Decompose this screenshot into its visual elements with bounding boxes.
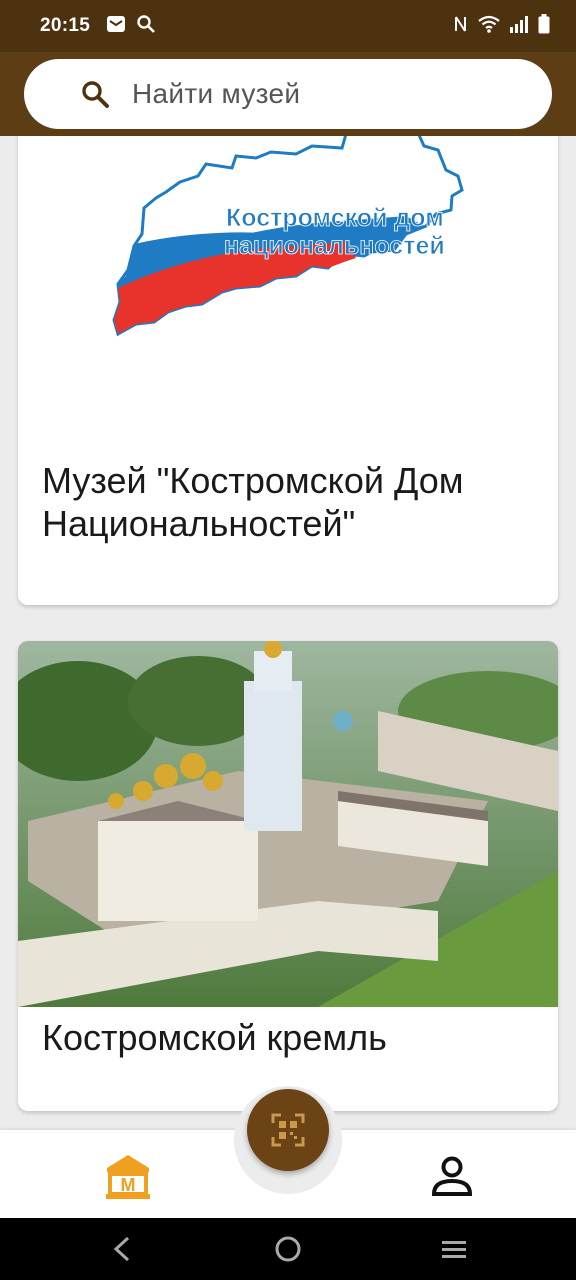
app-header: Найти музей — [0, 52, 576, 136]
search-placeholder: Найти музей — [132, 78, 301, 109]
museum-card[interactable]: Костромской кремль — [18, 641, 558, 1111]
museum-home-icon[interactable]: М — [104, 1152, 152, 1200]
museum-title: Костромской кремль — [42, 1017, 387, 1058]
home-circle-icon[interactable] — [275, 1236, 301, 1262]
status-bar: 20:15 — [0, 0, 576, 52]
museum-title: Музей "Костромской Дом Национальностей" — [42, 460, 464, 544]
nfc-icon — [453, 14, 469, 39]
mail-icon — [106, 14, 126, 39]
home-letter: М — [121, 1175, 136, 1195]
museum-card[interactable]: Костромской дом национальностей Музей "К… — [18, 136, 558, 605]
wifi-icon — [478, 15, 500, 38]
kremlin-photo — [18, 641, 558, 1007]
search-input[interactable]: Найти музей — [24, 59, 552, 129]
search-icon — [136, 14, 156, 39]
back-icon[interactable] — [110, 1236, 134, 1262]
status-time: 20:15 — [40, 15, 91, 36]
profile-icon[interactable] — [430, 1156, 474, 1198]
qr-scan-icon — [271, 1113, 305, 1147]
qr-scan-button[interactable] — [247, 1089, 329, 1171]
battery-icon — [538, 13, 550, 39]
logo-text-line2: национальностей — [224, 232, 445, 260]
system-nav-bar — [0, 1218, 576, 1280]
recents-icon[interactable] — [440, 1236, 468, 1262]
search-icon — [82, 81, 109, 108]
signal-icon — [509, 15, 529, 38]
museum-logo: Костромской дом национальностей — [112, 136, 464, 337]
logo-text-line1: Костромской дом — [226, 204, 444, 232]
museum-list[interactable]: Костромской дом национальностей Музей "К… — [0, 136, 576, 1130]
